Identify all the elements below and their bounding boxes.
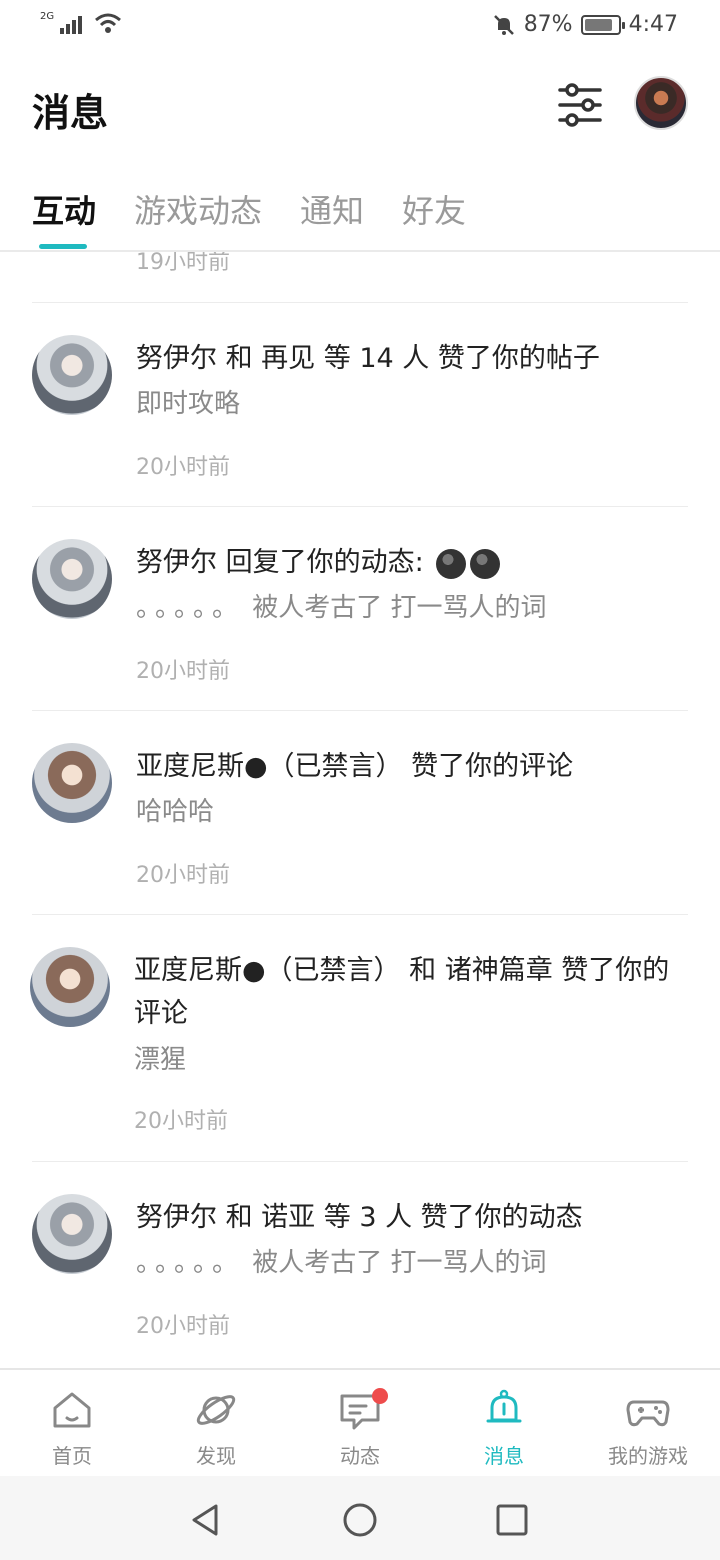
avatar[interactable] — [32, 1194, 112, 1274]
nav-feed[interactable]: 动态 — [288, 1370, 432, 1478]
status-left: 2G — [40, 11, 122, 34]
item-time: 20小时前 — [136, 1314, 230, 1339]
item-subtitle-text: 被人考古了 打一骂人的词 — [252, 1248, 547, 1278]
item-subtitle: 哈哈哈 — [136, 797, 215, 827]
wifi-icon — [95, 13, 122, 33]
home-circle-icon[interactable] — [340, 1500, 380, 1540]
nav-discover-label: 发现 — [196, 1444, 236, 1468]
tab-friends[interactable]: 好友 — [402, 186, 466, 232]
nav-my-games[interactable]: 我的游戏 — [576, 1370, 720, 1478]
bottom-nav: 首页 发现 动态 消息 我的游戏 — [0, 1368, 720, 1476]
notification-badge — [372, 1388, 388, 1404]
item-subtitle: 。。。。。 被人考古了 打一骂人的词 — [136, 587, 547, 624]
nav-home[interactable]: 首页 — [0, 1370, 144, 1478]
nav-home-label: 首页 — [52, 1444, 92, 1468]
list-item[interactable]: 亚度尼斯●（已禁言） 赞了你的评论 哈哈哈 20小时前 — [0, 711, 720, 915]
item-subtitle: 。。。。。 被人考古了 打一骂人的词 — [136, 1242, 547, 1279]
network-type: 2G — [40, 11, 55, 22]
mute-bell-icon — [493, 14, 514, 35]
avatar[interactable] — [32, 335, 112, 415]
home-icon — [53, 1392, 91, 1428]
item-dots: 。。。。。 — [136, 593, 245, 623]
battery-fill — [584, 18, 613, 31]
active-tab-indicator — [39, 244, 87, 249]
list-item[interactable]: 努伊尔 回复了你的动态: 。。。。。 被人考古了 打一骂人的词 20小时前 — [0, 507, 720, 711]
item-title: 亚度尼斯●（已禁言） 和 诸神篇章 赞了你的评论 — [134, 955, 670, 1029]
bell-icon — [486, 1389, 522, 1423]
planet-icon — [196, 1395, 236, 1425]
emoji-icon — [436, 548, 467, 579]
list-item[interactable]: 努伊尔 和 诺亚 等 3 人 赞了你的动态 。。。。。 被人考古了 打一骂人的词… — [0, 1162, 720, 1366]
status-right: 87% 4:47 — [492, 12, 678, 37]
avatar[interactable] — [30, 947, 110, 1027]
item-subtitle: 漂猩 — [134, 1045, 187, 1075]
battery-percent: 87% — [523, 12, 573, 37]
clock: 4:47 — [628, 12, 678, 37]
recents-icon[interactable] — [492, 1500, 532, 1540]
sliders-icon — [558, 83, 602, 127]
signal-icon — [60, 16, 83, 34]
item-title: 努伊尔 和 诺亚 等 3 人 赞了你的动态 — [136, 1202, 583, 1233]
header: 消息 — [0, 52, 720, 162]
nav-discover[interactable]: 发现 — [144, 1370, 288, 1478]
item-subtitle-text: 被人考古了 打一骂人的词 — [252, 593, 547, 623]
avatar[interactable] — [32, 743, 112, 823]
item-dots: 。。。。。 — [136, 1248, 245, 1278]
item-subtitle: 即时攻略 — [136, 389, 241, 419]
system-navigation — [0, 1476, 720, 1560]
tab-interaction[interactable]: 互动 — [32, 186, 96, 232]
battery-icon — [580, 14, 625, 35]
item-time: 20小时前 — [136, 863, 230, 888]
status-bar: 2G 87% 4:47 — [0, 0, 720, 52]
item-title: 努伊尔 回复了你的动态: — [136, 541, 676, 584]
tab-notifications[interactable]: 通知 — [300, 186, 364, 232]
item-title: 亚度尼斯●（已禁言） 赞了你的评论 — [136, 751, 574, 782]
tab-game-activity[interactable]: 游戏动态 — [134, 186, 262, 232]
item-time: 20小时前 — [134, 1109, 228, 1134]
avatar[interactable] — [32, 539, 112, 619]
item-title: 努伊尔 和 再见 等 14 人 赞了你的帖子 — [136, 343, 600, 374]
message-feed[interactable]: 19小时前 努伊尔 和 再见 等 14 人 赞了你的帖子 即时攻略 20小时前 … — [0, 252, 720, 1368]
nav-feed-label: 动态 — [340, 1444, 380, 1468]
item-time: 19小时前 — [136, 252, 230, 275]
user-avatar[interactable] — [634, 76, 688, 130]
page-title: 消息 — [32, 91, 109, 135]
nav-messages[interactable]: 消息 — [432, 1370, 576, 1478]
item-title-text: 努伊尔 回复了你的动态: — [136, 547, 424, 578]
list-item[interactable]: 努伊尔 和 再见 等 14 人 赞了你的帖子 即时攻略 20小时前 — [0, 303, 720, 507]
item-time: 20小时前 — [136, 659, 230, 684]
nav-messages-label: 消息 — [484, 1444, 524, 1468]
back-icon[interactable] — [186, 1500, 226, 1540]
filter-button[interactable] — [556, 82, 604, 128]
tab-bar: 互动 游戏动态 通知 好友 — [0, 162, 720, 252]
emoji-icon — [470, 548, 501, 579]
gamepad-icon — [626, 1400, 670, 1427]
nav-my-games-label: 我的游戏 — [608, 1444, 688, 1468]
item-time: 20小时前 — [136, 455, 230, 480]
list-item[interactable]: 亚度尼斯●（已禁言） 和 诸神篇章 赞了你的评论 漂猩 20小时前 — [0, 915, 720, 1161]
